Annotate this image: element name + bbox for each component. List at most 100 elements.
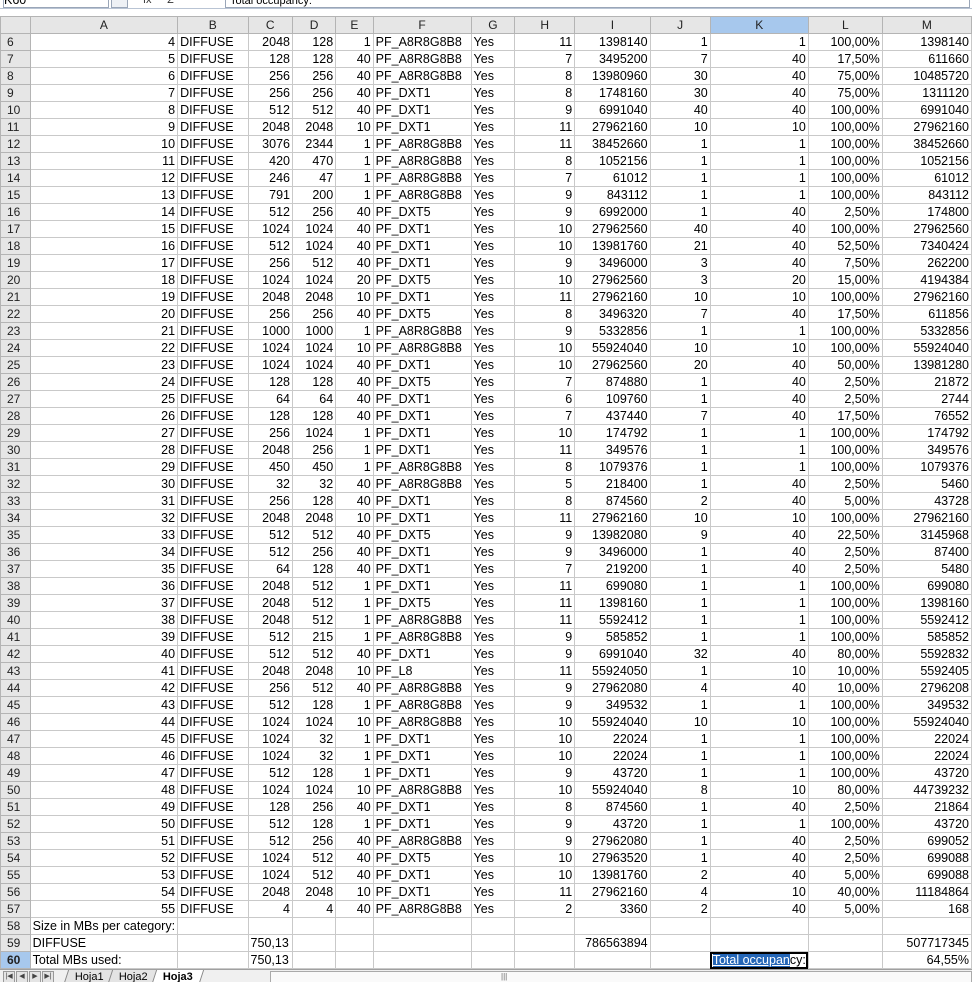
- cell-a[interactable]: Size in MBs per category:: [29, 917, 179, 935]
- cell-h[interactable]: 10: [514, 747, 576, 765]
- last-sheet-icon[interactable]: ▶|: [42, 971, 54, 982]
- cell-c[interactable]: 750,13: [247, 951, 293, 969]
- row-header[interactable]: 56: [0, 883, 31, 901]
- cell-d[interactable]: 2048: [291, 662, 337, 680]
- row-header[interactable]: 27: [0, 390, 31, 408]
- cell-e[interactable]: 1: [335, 152, 374, 170]
- cell-e[interactable]: 1: [335, 628, 374, 646]
- cell-f[interactable]: PF_DXT5: [372, 373, 472, 391]
- cell-l[interactable]: 5,00%: [807, 492, 883, 510]
- active-cell-k60[interactable]: Total occupancy:: [709, 951, 809, 969]
- cell-f[interactable]: PF_DXT1: [372, 543, 472, 561]
- cell-h[interactable]: 10: [514, 781, 576, 799]
- cell-d[interactable]: 128: [291, 33, 337, 51]
- cell-h[interactable]: 11: [514, 135, 576, 153]
- cell-e[interactable]: 40: [335, 390, 374, 408]
- cell-m[interactable]: 1398140: [881, 33, 972, 51]
- cell-m[interactable]: 43720: [881, 815, 972, 833]
- cell-c[interactable]: 512: [247, 696, 293, 714]
- cell-e[interactable]: 40: [335, 645, 374, 663]
- cell-j[interactable]: 1: [649, 169, 711, 187]
- column-header-g[interactable]: G: [470, 16, 516, 34]
- cell-k[interactable]: 10: [709, 339, 809, 357]
- cell-l[interactable]: 100,00%: [807, 33, 883, 51]
- cell-c[interactable]: 512: [247, 543, 293, 561]
- column-header-i[interactable]: I: [574, 16, 651, 34]
- sheet-tab-hoja1[interactable]: Hoja1: [63, 970, 115, 982]
- cell-i[interactable]: 27962160: [574, 288, 651, 306]
- cell-k[interactable]: 40: [709, 237, 809, 255]
- cell-k[interactable]: 10: [709, 781, 809, 799]
- cell-d[interactable]: 256: [291, 441, 337, 459]
- cell-e[interactable]: 40: [335, 237, 374, 255]
- cell-a[interactable]: 34: [29, 543, 179, 561]
- cell-d[interactable]: 1024: [291, 424, 337, 442]
- row-header[interactable]: 58: [0, 917, 31, 935]
- cell-m[interactable]: 87400: [881, 543, 972, 561]
- cell-l[interactable]: 100,00%: [807, 696, 883, 714]
- cell-i[interactable]: 27962080: [574, 679, 651, 697]
- cell-f[interactable]: PF_DXT1: [372, 288, 472, 306]
- cell-g[interactable]: Yes: [470, 339, 516, 357]
- cell-e[interactable]: 10: [335, 118, 374, 136]
- cell-b[interactable]: DIFFUSE: [177, 662, 249, 680]
- cell-k[interactable]: 10: [709, 118, 809, 136]
- cell-a[interactable]: 25: [29, 390, 179, 408]
- cell-e[interactable]: [335, 934, 374, 952]
- cell-e[interactable]: 10: [335, 883, 374, 901]
- cell-e[interactable]: 1: [335, 594, 374, 612]
- cell-a[interactable]: 24: [29, 373, 179, 391]
- cell-e[interactable]: 40: [335, 526, 374, 544]
- cell-c[interactable]: 1024: [247, 781, 293, 799]
- cell-d[interactable]: 128: [291, 560, 337, 578]
- row-header[interactable]: 34: [0, 509, 31, 527]
- cell-l[interactable]: 22,50%: [807, 526, 883, 544]
- cell-f[interactable]: PF_DXT1: [372, 492, 472, 510]
- cell-f[interactable]: PF_DXT1: [372, 730, 472, 748]
- cell-g[interactable]: Yes: [470, 509, 516, 527]
- cell-e[interactable]: 1: [335, 458, 374, 476]
- cell-h[interactable]: 8: [514, 84, 576, 102]
- cell-e[interactable]: 10: [335, 713, 374, 731]
- cell-b[interactable]: DIFFUSE: [177, 849, 249, 867]
- cell-k[interactable]: 40: [709, 67, 809, 85]
- cell-h[interactable]: 9: [514, 101, 576, 119]
- cell-m[interactable]: 64,55%: [881, 951, 972, 969]
- cell-k[interactable]: 40: [709, 866, 809, 884]
- cell-e[interactable]: 1: [335, 577, 374, 595]
- cell-f[interactable]: PF_DXT1: [372, 118, 472, 136]
- cell-a[interactable]: 38: [29, 611, 179, 629]
- cell-e[interactable]: 1: [335, 169, 374, 187]
- cell-h[interactable]: [514, 951, 576, 969]
- cell-k[interactable]: 1: [709, 33, 809, 51]
- cell-f[interactable]: PF_DXT1: [372, 407, 472, 425]
- cell-b[interactable]: DIFFUSE: [177, 135, 249, 153]
- cell-h[interactable]: 7: [514, 560, 576, 578]
- cell-h[interactable]: 9: [514, 254, 576, 272]
- cell-f[interactable]: PF_DXT1: [372, 509, 472, 527]
- cell-h[interactable]: 8: [514, 798, 576, 816]
- cell-i[interactable]: 843112: [574, 186, 651, 204]
- cell-g[interactable]: Yes: [470, 186, 516, 204]
- cell-c[interactable]: 2048: [247, 33, 293, 51]
- cell-g[interactable]: Yes: [470, 900, 516, 918]
- cell-l[interactable]: 7,50%: [807, 254, 883, 272]
- cell-j[interactable]: 1: [649, 764, 711, 782]
- cell-c[interactable]: 2048: [247, 288, 293, 306]
- sheet-tab-hoja2[interactable]: Hoja2: [107, 970, 159, 982]
- cell-d[interactable]: 1024: [291, 339, 337, 357]
- cell-l[interactable]: 10,00%: [807, 679, 883, 697]
- cell-f[interactable]: PF_DXT1: [372, 84, 472, 102]
- cell-c[interactable]: 512: [247, 526, 293, 544]
- cell-a[interactable]: 18: [29, 271, 179, 289]
- cell-e[interactable]: 1: [335, 424, 374, 442]
- cell-l[interactable]: 100,00%: [807, 288, 883, 306]
- cell-f[interactable]: PF_A8R8G8B8: [372, 339, 472, 357]
- cell-a[interactable]: 52: [29, 849, 179, 867]
- cell-b[interactable]: DIFFUSE: [177, 628, 249, 646]
- cell-c[interactable]: 256: [247, 492, 293, 510]
- cell-d[interactable]: 32: [291, 747, 337, 765]
- cell-l[interactable]: 100,00%: [807, 611, 883, 629]
- cell-a[interactable]: 11: [29, 152, 179, 170]
- cell-j[interactable]: 20: [649, 356, 711, 374]
